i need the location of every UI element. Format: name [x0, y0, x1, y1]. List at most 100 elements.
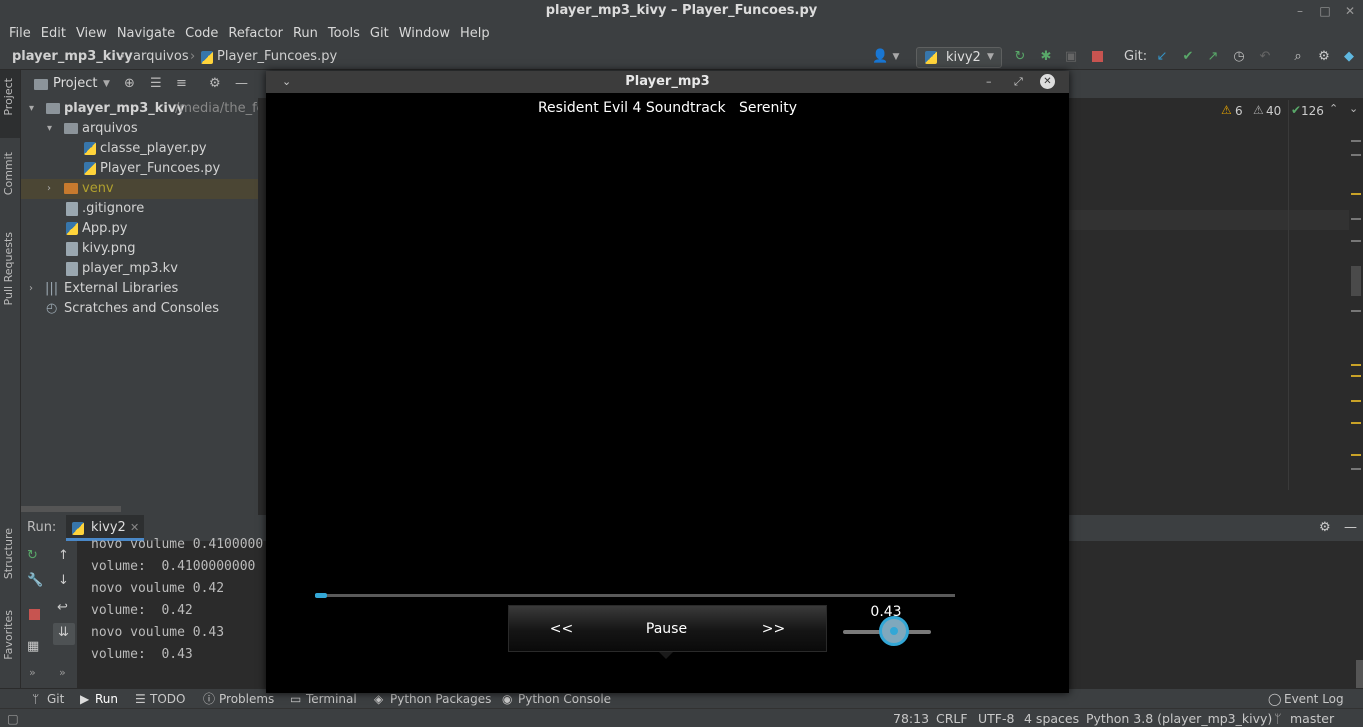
rerun-icon[interactable]: ↻: [27, 548, 38, 563]
bottom-tab-git[interactable]: Git: [47, 689, 64, 709]
bottom-tab-run[interactable]: Run: [95, 689, 118, 709]
menu-run[interactable]: Run: [288, 26, 323, 41]
breadcrumb-project[interactable]: player_mp3_kivy: [12, 44, 133, 70]
status-indent[interactable]: 4 spaces: [1024, 709, 1079, 727]
gear-icon[interactable]: ⚙: [209, 70, 221, 98]
coverage-icon[interactable]: ▣: [1063, 49, 1079, 65]
arrow-down-icon[interactable]: ↓: [58, 573, 69, 588]
tree-item-arquivos[interactable]: ▾ arquivos: [21, 119, 258, 139]
project-panel-title[interactable]: Project: [53, 70, 97, 98]
tree-item-kv[interactable]: player_mp3.kv: [21, 259, 258, 279]
pause-button[interactable]: Pause: [614, 606, 719, 653]
weak-warning-icon[interactable]: ⚠: [1253, 103, 1264, 117]
git-update-icon[interactable]: ↙: [1154, 49, 1170, 65]
window-menu-icon[interactable]: ⌄: [282, 71, 291, 93]
status-encoding[interactable]: UTF-8: [978, 709, 1014, 727]
history-icon[interactable]: ◷: [1231, 49, 1247, 65]
hide-panel-icon[interactable]: —: [1344, 515, 1357, 541]
warning-icon[interactable]: ⚠: [1221, 103, 1232, 117]
chevron-up-icon[interactable]: ⌃: [1329, 102, 1338, 115]
gear-icon[interactable]: ⚙: [1319, 515, 1331, 541]
scroll-to-end-toggle[interactable]: ⇊: [53, 623, 75, 645]
more-icon[interactable]: »: [29, 666, 36, 679]
plugin-icon[interactable]: ◆: [1341, 49, 1357, 65]
chevron-down-icon[interactable]: ▼: [888, 49, 904, 65]
tab-commit[interactable]: Commit: [2, 152, 15, 195]
layout-icon[interactable]: ▦: [27, 639, 39, 654]
tab-structure[interactable]: Structure: [2, 528, 15, 579]
kivy-maximize-button[interactable]: ⤢: [1014, 71, 1023, 93]
tree-item-gitignore[interactable]: .gitignore: [21, 199, 258, 219]
tree-item-classe-player[interactable]: classe_player.py: [21, 139, 258, 159]
stop-icon[interactable]: [29, 609, 40, 620]
more-icon[interactable]: »: [59, 666, 66, 679]
volume-slider-knob[interactable]: [878, 616, 909, 646]
wrench-icon[interactable]: 🔧: [27, 573, 43, 588]
menu-refactor[interactable]: Refactor: [223, 26, 288, 41]
tree-item-root[interactable]: ▾ player_mp3_kivy /media/the_fe: [21, 99, 265, 119]
volume-slider[interactable]: [843, 616, 931, 646]
tab-favorites[interactable]: Favorites: [2, 610, 15, 660]
close-button[interactable]: ✕: [1337, 0, 1363, 22]
menu-window[interactable]: Window: [394, 26, 455, 41]
menu-tools[interactable]: Tools: [323, 26, 365, 41]
tree-item-app[interactable]: App.py: [21, 219, 258, 239]
menu-view[interactable]: View: [71, 26, 112, 41]
problems-icon: ⓘ: [203, 692, 216, 706]
tab-project[interactable]: Project: [2, 78, 15, 116]
menu-git[interactable]: Git: [365, 26, 394, 41]
menu-file[interactable]: File: [4, 26, 36, 41]
tree-item-external-libraries[interactable]: › ||| External Libraries: [21, 279, 258, 299]
gear-icon[interactable]: ⚙: [1316, 49, 1332, 65]
expand-all-icon[interactable]: ☰: [150, 70, 162, 98]
kivy-close-button[interactable]: ✕: [1040, 74, 1055, 89]
hide-panel-icon[interactable]: —: [235, 70, 248, 98]
arrow-up-icon[interactable]: ↑: [58, 548, 69, 563]
soft-wrap-icon[interactable]: ↩: [57, 600, 68, 615]
console-scrollbar[interactable]: [1356, 660, 1363, 688]
stop-icon[interactable]: [1092, 51, 1103, 62]
rerun-icon[interactable]: ↻: [1012, 49, 1028, 65]
toggle-tool-windows-icon[interactable]: ▢: [7, 709, 19, 727]
search-icon[interactable]: ⌕: [1290, 49, 1306, 65]
status-line-separator[interactable]: CRLF: [936, 709, 968, 727]
status-branch[interactable]: master: [1290, 709, 1334, 727]
bottom-tab-event-log[interactable]: Event Log: [1284, 689, 1344, 709]
run-config-select[interactable]: kivy2 ▼: [916, 47, 1002, 68]
tab-pull-requests[interactable]: Pull Requests: [2, 232, 15, 305]
collapse-all-icon[interactable]: ≡: [176, 70, 187, 98]
menu-navigate[interactable]: Navigate: [112, 26, 180, 41]
git-commit-icon[interactable]: ✔: [1180, 49, 1196, 65]
status-position[interactable]: 78:13: [893, 709, 929, 727]
menu-code[interactable]: Code: [180, 26, 223, 41]
tree-item-scratches[interactable]: ◴ Scratches and Consoles: [21, 299, 258, 319]
horizontal-scrollbar[interactable]: [21, 506, 121, 512]
maximize-button[interactable]: □: [1312, 0, 1338, 22]
locate-icon[interactable]: ⊕: [124, 70, 135, 98]
status-interpreter[interactable]: Python 3.8 (player_mp3_kivy): [1086, 709, 1272, 727]
previous-button[interactable]: <<: [509, 606, 614, 653]
python-file-icon: [84, 162, 96, 175]
bottom-tab-todo[interactable]: TODO: [150, 689, 185, 709]
breadcrumb-folder[interactable]: arquivos: [133, 44, 189, 70]
chevron-down-icon[interactable]: ⌄: [1349, 102, 1358, 115]
next-button[interactable]: >>: [721, 606, 826, 653]
git-push-icon[interactable]: ↗: [1205, 49, 1221, 65]
tree-item-player-funcoes[interactable]: Player_Funcoes.py: [21, 159, 258, 179]
kivy-minimize-button[interactable]: –: [986, 71, 992, 93]
breadcrumb-file[interactable]: Player_Funcoes.py: [217, 44, 337, 70]
menu-help[interactable]: Help: [455, 26, 495, 41]
chevron-down-icon[interactable]: ▼: [103, 70, 110, 98]
ok-icon[interactable]: ✔: [1291, 103, 1301, 117]
user-icon[interactable]: 👤: [872, 49, 888, 65]
console-output[interactable]: novo voulume 0.4100000 volume: 0.4100000…: [91, 535, 266, 675]
tree-item-kivy-png[interactable]: kivy.png: [21, 239, 258, 259]
minimize-button[interactable]: –: [1287, 0, 1313, 22]
ok-count: 126: [1301, 104, 1324, 118]
editor-scroll-thumb[interactable]: [1351, 266, 1361, 296]
debug-icon[interactable]: ✱: [1038, 49, 1054, 65]
rollback-icon[interactable]: ↶: [1257, 49, 1273, 65]
progress-track[interactable]: [315, 593, 955, 598]
menu-edit[interactable]: Edit: [36, 26, 71, 41]
tree-item-venv[interactable]: › venv: [21, 179, 258, 199]
